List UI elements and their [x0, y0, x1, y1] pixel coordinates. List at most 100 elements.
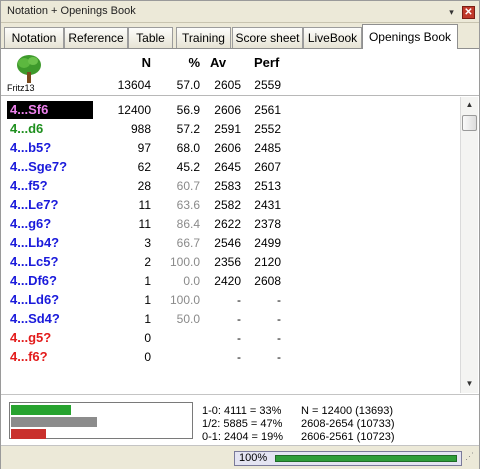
move-label[interactable]: 4...Df6?	[10, 273, 57, 288]
move-avg-rating: -	[237, 331, 241, 345]
move-row[interactable]: 4...Sf6 12400 56.9 2606 2561	[1, 100, 460, 119]
tree-icon	[17, 55, 41, 83]
zoom-indicator: 100%	[234, 451, 462, 466]
move-count: 0	[144, 331, 151, 345]
move-label[interactable]: 4...b5?	[10, 140, 51, 155]
tab-score-sheet[interactable]: Score sheet	[232, 27, 303, 48]
tab-livebook[interactable]: LiveBook	[303, 27, 362, 48]
black-wins-stat: 0-1: 2404 = 19%	[202, 431, 284, 443]
move-row[interactable]: 4...f6? 0 - -	[1, 347, 460, 366]
move-score-pct: 60.7	[176, 179, 200, 193]
black-wins-bar	[11, 429, 46, 439]
tab-table[interactable]: Table	[128, 27, 173, 48]
engine-label: Fritz13	[7, 83, 35, 93]
column-header-av[interactable]: Av	[206, 55, 241, 70]
tab-openings-book[interactable]: Openings Book	[362, 24, 458, 49]
move-performance: 2485	[254, 141, 281, 155]
move-score-pct: 45.2	[176, 160, 200, 174]
tab-notation[interactable]: Notation	[4, 27, 64, 48]
tab-reference[interactable]: Reference	[64, 27, 128, 48]
scroll-down-icon[interactable]: ▼	[461, 377, 478, 391]
move-performance: -	[277, 350, 281, 364]
vertical-scrollbar[interactable]: ▲ ▼	[460, 97, 478, 393]
move-avg-rating: 2546	[214, 236, 241, 250]
openings-book-window: Notation + Openings Book ▾ ✕ Notation Re…	[0, 0, 480, 469]
move-label[interactable]: 4...Ld6?	[10, 292, 59, 307]
column-header-perf[interactable]: Perf	[247, 55, 287, 70]
statistics-panel: 1-0: 4111 = 33% 1/2: 5885 = 47% 0-1: 240…	[1, 394, 479, 444]
column-header-pct[interactable]: %	[167, 55, 200, 70]
move-score-pct: 66.7	[176, 236, 200, 250]
move-performance: 2561	[254, 103, 281, 117]
move-row[interactable]: 4...b5? 97 68.0 2606 2485	[1, 138, 460, 157]
move-label[interactable]: 4...Lc5?	[10, 254, 58, 269]
move-label[interactable]: 4...f5?	[10, 178, 48, 193]
move-score-pct: 100.0	[169, 293, 200, 307]
move-row[interactable]: 4...Sge7? 62 45.2 2645 2607	[1, 157, 460, 176]
move-performance: 2607	[254, 160, 281, 174]
move-avg-rating: 2606	[214, 103, 241, 117]
zoom-level: 100%	[239, 452, 268, 464]
move-label[interactable]: 4...g5?	[10, 330, 51, 345]
scroll-up-icon[interactable]: ▲	[461, 98, 478, 112]
move-row[interactable]: 4...g6? 11 86.4 2622 2378	[1, 214, 460, 233]
move-row[interactable]: 4...Lc5? 2 100.0 2356 2120	[1, 252, 460, 271]
move-label[interactable]: 4...d6	[10, 121, 43, 136]
move-label[interactable]: 4...Le7?	[10, 197, 58, 212]
column-header-n[interactable]: N	[119, 55, 151, 70]
move-label[interactable]: 4...f6?	[10, 349, 48, 364]
move-label[interactable]: 4...Lb4?	[10, 235, 59, 250]
resize-grip-icon[interactable]: ⋰	[465, 452, 477, 467]
result-bars	[9, 402, 193, 439]
move-avg-rating: 2582	[214, 198, 241, 212]
draws-stat: 1/2: 5885 = 47%	[202, 418, 283, 430]
move-avg-rating: -	[237, 350, 241, 364]
move-score-pct: 57.2	[176, 122, 200, 136]
total-n: 13604	[117, 78, 151, 92]
move-row[interactable]: 4...g5? 0 - -	[1, 328, 460, 347]
move-count: 1	[144, 312, 151, 326]
move-avg-rating: 2356	[214, 255, 241, 269]
move-count: 11	[138, 198, 151, 212]
move-row[interactable]: 4...d6 988 57.2 2591 2552	[1, 119, 460, 138]
book-header: Fritz13 N % Av Perf 13604 57.0 2605 2559	[1, 50, 479, 96]
move-score-pct: 68.0	[176, 141, 200, 155]
move-score-pct: 63.6	[176, 198, 200, 212]
move-row[interactable]: 4...Df6? 1 0.0 2420 2608	[1, 271, 460, 290]
scroll-thumb[interactable]	[462, 115, 477, 131]
move-count: 3	[144, 236, 151, 250]
move-count: 2	[144, 255, 151, 269]
move-row[interactable]: 4...Sd4? 1 50.0 - -	[1, 309, 460, 328]
move-count: 28	[137, 179, 151, 193]
move-performance: 2499	[254, 236, 281, 250]
move-performance: 2378	[254, 217, 281, 231]
total-perf: 2559	[254, 78, 281, 92]
tab-training[interactable]: Training	[176, 27, 231, 48]
move-avg-rating: 2420	[214, 274, 241, 288]
games-count-stat: N = 12400 (13693)	[301, 405, 394, 417]
move-row[interactable]: 4...f5? 28 60.7 2583 2513	[1, 176, 460, 195]
move-row[interactable]: 4...Ld6? 1 100.0 - -	[1, 290, 460, 309]
move-count: 12400	[117, 103, 151, 117]
close-icon[interactable]: ✕	[462, 6, 475, 19]
progress-bar	[275, 455, 457, 462]
move-count: 1	[144, 293, 151, 307]
move-score-pct: 50.0	[176, 312, 200, 326]
move-score-pct: 56.9	[176, 103, 200, 117]
window-title: Notation + Openings Book	[7, 5, 136, 17]
move-row[interactable]: 4...Le7? 11 63.6 2582 2431	[1, 195, 460, 214]
move-label[interactable]: 4...g6?	[10, 216, 51, 231]
tab-strip: Notation Reference Table Training Score …	[1, 23, 479, 49]
move-score-pct: 100.0	[169, 255, 200, 269]
move-label[interactable]: 4...Sd4?	[10, 311, 60, 326]
black-rating-stat: 2606-2561 (10723)	[301, 431, 395, 443]
move-avg-rating: -	[237, 312, 241, 326]
move-label[interactable]: 4...Sge7?	[10, 159, 67, 174]
move-label[interactable]: 4...Sf6	[7, 101, 93, 119]
move-row[interactable]: 4...Lb4? 3 66.7 2546 2499	[1, 233, 460, 252]
move-count: 62	[137, 160, 151, 174]
move-performance: 2552	[254, 122, 281, 136]
move-avg-rating: 2591	[214, 122, 241, 136]
pin-icon[interactable]: ▾	[445, 6, 458, 19]
white-wins-stat: 1-0: 4111 = 33%	[202, 405, 282, 417]
